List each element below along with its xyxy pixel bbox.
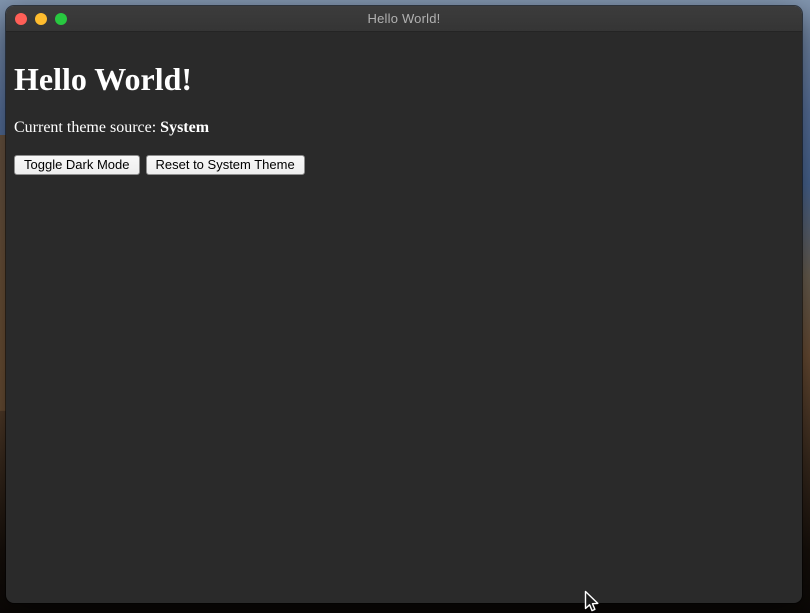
- titlebar[interactable]: Hello World!: [6, 6, 802, 32]
- desktop-background: { "titlebar": { "title": "Hello World!" …: [0, 0, 810, 613]
- theme-source-label: Current theme source:: [14, 119, 160, 136]
- theme-source-line: Current theme source: System: [14, 119, 794, 137]
- close-button[interactable]: [15, 13, 27, 25]
- toggle-dark-mode-button[interactable]: Toggle Dark Mode: [14, 155, 140, 175]
- window-title: Hello World!: [368, 11, 441, 26]
- page-title: Hello World!: [14, 61, 794, 98]
- button-row: Toggle Dark Mode Reset to System Theme: [14, 155, 794, 175]
- reset-to-system-theme-button[interactable]: Reset to System Theme: [146, 155, 305, 175]
- minimize-button[interactable]: [35, 13, 47, 25]
- page-content: Hello World! Current theme source: Syste…: [6, 32, 802, 603]
- theme-source-value: System: [160, 119, 209, 136]
- app-window: Hello World! Hello World! Current theme …: [5, 5, 803, 604]
- traffic-lights: [15, 6, 67, 31]
- zoom-button[interactable]: [55, 13, 67, 25]
